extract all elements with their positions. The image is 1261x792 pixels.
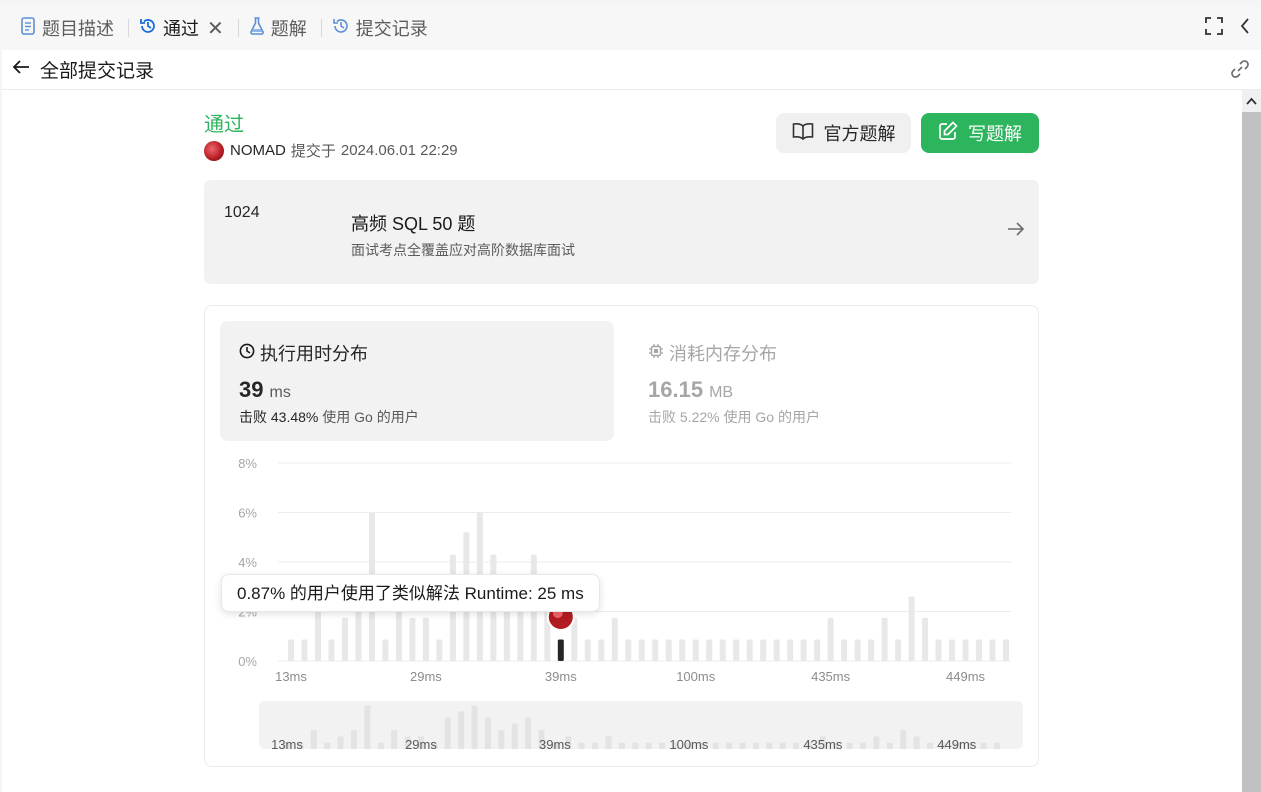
chart-bar[interactable] — [935, 639, 942, 661]
overview-bar — [444, 717, 451, 749]
overview-tick-label: 449ms — [937, 737, 977, 752]
chart-tooltip: 0.87% 的用户使用了类似解法 Runtime: 25 ms — [221, 574, 600, 612]
overview-bar — [632, 742, 639, 749]
overview-tick-label: 13ms — [271, 737, 303, 752]
overview-bar — [860, 742, 867, 749]
chart-bar[interactable] — [760, 639, 767, 661]
overview-bar — [900, 730, 907, 749]
overview-bar — [793, 742, 800, 749]
overview-bar — [350, 730, 357, 749]
overview-bar — [994, 742, 1000, 749]
chart-range-selector[interactable] — [259, 701, 1023, 749]
app-frame: 题目描述 通过 ✕ 题解 提交记录 全部提交记录 通过 NOMAD 提交于 20… — [0, 0, 1261, 792]
overview-bar — [310, 730, 317, 749]
overview-bar — [886, 742, 893, 749]
chart-bar[interactable] — [409, 617, 416, 661]
overview-bar — [324, 742, 331, 749]
overview-bar — [498, 730, 505, 749]
overview-bar — [605, 736, 612, 749]
overview-bar — [927, 742, 934, 749]
x-tick-label: 39ms — [545, 669, 577, 684]
chart-bar[interactable] — [800, 639, 807, 661]
chart-bar[interactable] — [584, 639, 591, 661]
overview-bar — [578, 742, 585, 749]
overview-bar — [739, 742, 746, 749]
overview-bar — [712, 742, 719, 749]
chart-bar[interactable] — [773, 639, 780, 661]
chart-bar[interactable] — [692, 639, 699, 661]
overview-bar — [471, 705, 478, 749]
y-tick-label: 6% — [238, 506, 257, 521]
chart-bar[interactable] — [746, 639, 753, 661]
overview-bar — [458, 711, 465, 749]
chart-bar[interactable] — [706, 639, 713, 661]
chart-bar[interactable] — [665, 639, 672, 661]
chart-bar[interactable] — [598, 639, 605, 661]
overview-bar — [592, 742, 599, 749]
overview-bar — [337, 736, 344, 749]
overview-bar — [846, 742, 853, 749]
chart-bar[interactable] — [962, 639, 969, 661]
runtime-distribution-chart: 8%6%4%2%0%13ms 29ms 39ms 100ms 435ms 449ms13m… — [238, 456, 1023, 752]
overview-bar — [618, 742, 625, 749]
chart-bar[interactable] — [288, 639, 294, 661]
chart-bar[interactable] — [895, 639, 902, 661]
overview-tick-label: 435ms — [803, 737, 843, 752]
overview-bar — [511, 723, 518, 749]
chart-bar[interactable] — [841, 639, 848, 661]
chart-bar[interactable] — [854, 639, 861, 661]
y-tick-label: 8% — [238, 456, 257, 471]
x-tick-label: 100ms — [676, 669, 716, 684]
overview-bar — [913, 736, 920, 749]
chart-bar[interactable] — [382, 639, 389, 661]
chart-bar[interactable] — [611, 617, 618, 661]
overview-bar — [980, 742, 987, 749]
chart-bar[interactable] — [989, 639, 996, 661]
overview-bar — [779, 742, 786, 749]
overview-bar — [873, 736, 880, 749]
chart-bar[interactable] — [733, 639, 740, 661]
chart-bar[interactable] — [436, 639, 443, 661]
chart-bar[interactable] — [341, 617, 348, 661]
chart-bar[interactable] — [625, 639, 632, 661]
overview-bar — [726, 742, 733, 749]
chart-bar[interactable] — [719, 639, 726, 661]
x-tick-label: 13ms — [275, 669, 307, 684]
overview-tick-label: 29ms — [405, 737, 437, 752]
chart-bar[interactable] — [652, 639, 659, 661]
overview-bar — [659, 742, 666, 749]
chart-bar[interactable] — [827, 617, 834, 661]
overview-tick-label: 39ms — [539, 737, 571, 752]
y-tick-label: 4% — [238, 555, 257, 570]
overview-bar — [645, 742, 652, 749]
chart-bar[interactable] — [868, 639, 875, 661]
chart-bar[interactable] — [881, 617, 888, 661]
chart-bar[interactable] — [638, 639, 645, 661]
y-tick-label: 0% — [238, 654, 257, 669]
chart-bar[interactable] — [976, 639, 983, 661]
chart-bar[interactable] — [922, 617, 929, 661]
chart-bar[interactable] — [422, 617, 429, 661]
x-tick-label: 449ms — [946, 669, 986, 684]
chart-bar[interactable] — [1003, 639, 1009, 661]
chart-bar[interactable] — [908, 596, 915, 661]
overview-bar — [766, 742, 773, 749]
chart-bar[interactable] — [301, 639, 308, 661]
overview-bar — [752, 742, 759, 749]
overview-bar — [525, 717, 532, 749]
overview-bar — [391, 730, 398, 749]
overview-bar — [364, 705, 371, 749]
chart-bar[interactable] — [814, 639, 821, 661]
chart-bar[interactable] — [787, 639, 794, 661]
chart-bar[interactable] — [949, 639, 956, 661]
x-tick-label: 29ms — [410, 669, 442, 684]
x-tick-label: 435ms — [811, 669, 851, 684]
overview-tick-label: 100ms — [669, 737, 709, 752]
overview-bar — [484, 717, 491, 749]
overview-bar — [377, 742, 384, 749]
chart-bar-highlighted[interactable] — [557, 639, 564, 661]
chart-bar[interactable] — [328, 639, 335, 661]
chart-bar[interactable] — [679, 639, 686, 661]
